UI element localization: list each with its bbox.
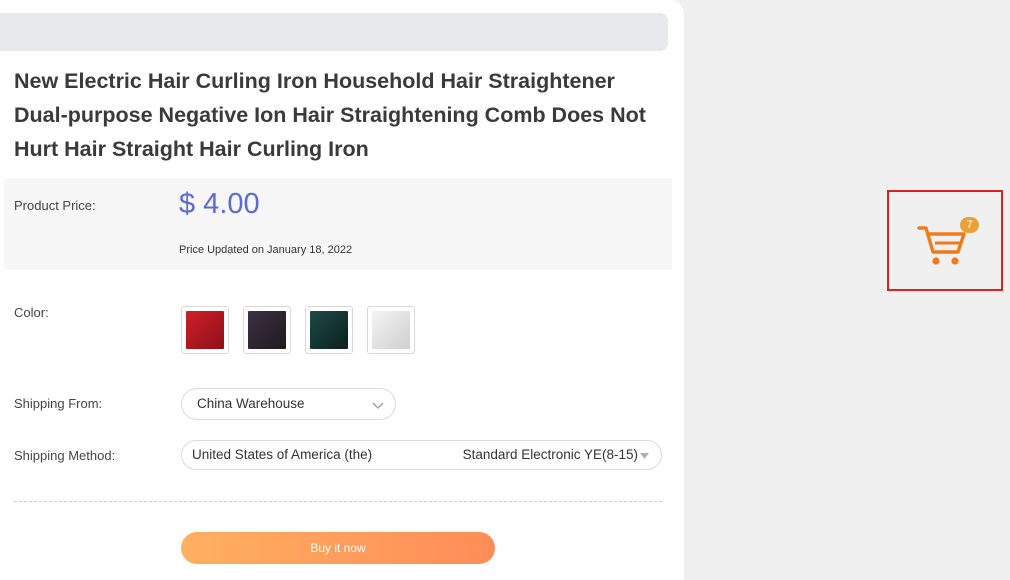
- shipping-from-label: Shipping From:: [14, 396, 103, 411]
- product-card: New Electric Hair Curling Iron Household…: [0, 0, 684, 580]
- price-label: Product Price:: [14, 198, 96, 213]
- color-swatch-dark-purple[interactable]: [243, 306, 291, 354]
- chevron-down-icon: [372, 402, 384, 409]
- cart-count-badge: 7: [960, 217, 979, 233]
- price-value: $ 4.00: [179, 188, 260, 220]
- price-section: [4, 178, 672, 270]
- top-bar: [0, 13, 668, 51]
- swatch-image: [372, 311, 410, 349]
- color-swatch-red[interactable]: [181, 306, 229, 354]
- product-title: New Electric Hair Curling Iron Household…: [14, 69, 646, 161]
- divider: [14, 501, 662, 502]
- caret-down-icon: [640, 453, 649, 459]
- swatch-image: [310, 311, 348, 349]
- shipping-from-value: China Warehouse: [197, 396, 305, 411]
- shipping-method-label: Shipping Method:: [14, 448, 116, 463]
- color-swatch-dark-teal[interactable]: [305, 306, 353, 354]
- price-updated: Price Updated on January 18, 2022: [179, 244, 353, 256]
- swatch-image: [248, 311, 286, 349]
- shipping-method-select[interactable]: United States of America (the) Standard …: [181, 440, 662, 470]
- buy-now-button[interactable]: Buy it now: [181, 532, 495, 564]
- shipping-from-select[interactable]: China Warehouse: [181, 388, 396, 420]
- color-swatch-white[interactable]: [367, 306, 415, 354]
- shipping-country-value: United States of America (the): [192, 447, 373, 462]
- shipping-method-value: Standard Electronic YE(8-15): [462, 447, 638, 462]
- swatch-image: [186, 311, 224, 349]
- color-label: Color:: [14, 305, 49, 320]
